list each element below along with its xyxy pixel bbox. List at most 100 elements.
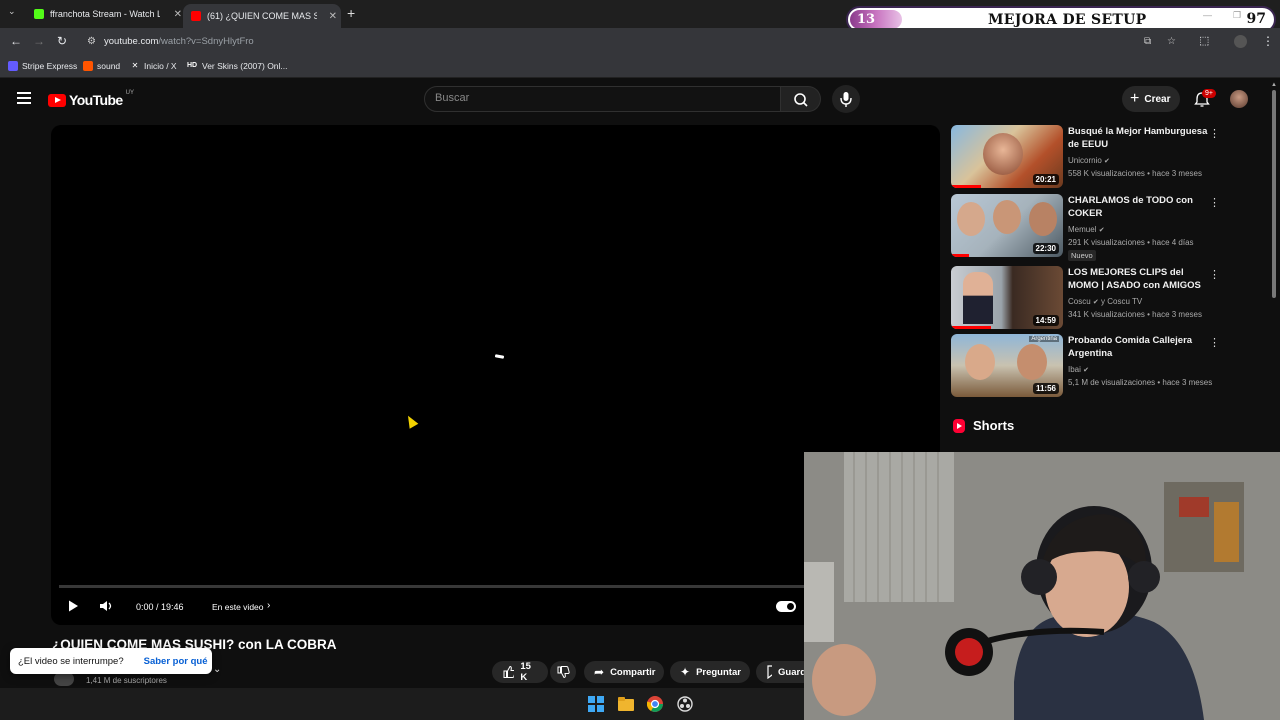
autoplay-toggle[interactable] bbox=[776, 601, 796, 612]
address-bar[interactable]: ⚙ youtube.com/watch?v=SdnyHlytFro ⧉ ☆ bbox=[82, 31, 1280, 53]
bookmark-sound[interactable]: sound bbox=[83, 61, 120, 71]
back-arrow-icon[interactable]: ← bbox=[10, 34, 22, 48]
play-button-icon[interactable] bbox=[66, 599, 80, 613]
close-tab-icon[interactable]: ✕ bbox=[174, 9, 182, 20]
tab-list-chevron-icon[interactable]: ⌄ bbox=[8, 6, 16, 17]
share-button[interactable]: ➦ Compartir bbox=[584, 661, 664, 683]
more-actions-icon[interactable]: ⋮ bbox=[1209, 336, 1220, 349]
search-input[interactable] bbox=[435, 92, 755, 104]
channel-extra-label: y Coscu TV bbox=[1101, 297, 1143, 306]
youtube-wordmark: YouTube bbox=[69, 92, 123, 108]
youtube-logo[interactable]: YouTube UY bbox=[48, 90, 134, 108]
video-thumbnail[interactable]: Argentina 11:56 bbox=[951, 334, 1063, 397]
chevron-down-icon[interactable]: ⌄ bbox=[213, 664, 221, 675]
popup-question: ¿El video se interrumpe? bbox=[18, 655, 124, 667]
video-thumbnail[interactable]: 22:30 bbox=[951, 194, 1063, 257]
account-avatar[interactable] bbox=[1230, 90, 1248, 108]
channel-avatar[interactable] bbox=[54, 672, 74, 686]
channel-name[interactable]: Ibai ✔ bbox=[1068, 363, 1089, 377]
more-actions-icon[interactable]: ⋮ bbox=[1209, 196, 1220, 209]
file-explorer-icon[interactable] bbox=[618, 696, 634, 712]
tab-title: ffranchota Stream - Watch Live bbox=[50, 9, 160, 19]
thumbs-up-icon bbox=[503, 665, 515, 678]
recommendation-title[interactable]: CHARLAMOS de TODO con COKER bbox=[1068, 194, 1208, 220]
channel-name[interactable]: Memuel ✔ bbox=[1068, 223, 1105, 237]
minimize-icon[interactable]: — bbox=[1203, 10, 1212, 20]
windows-taskbar bbox=[0, 688, 804, 720]
video-progress-bar[interactable] bbox=[59, 585, 932, 588]
new-tab-icon[interactable]: + bbox=[347, 5, 355, 21]
recommendation-item[interactable]: 22:30 CHARLAMOS de TODO con COKER Memuel… bbox=[951, 194, 1271, 261]
voice-search-button[interactable] bbox=[832, 85, 860, 113]
extensions-icon[interactable]: ⬚ bbox=[1199, 34, 1209, 47]
windows-start-icon[interactable] bbox=[588, 696, 604, 712]
dislike-button[interactable] bbox=[550, 661, 576, 683]
bookmark-label: sound bbox=[97, 61, 121, 71]
site-info-icon[interactable]: ⚙ bbox=[87, 36, 96, 47]
more-actions-icon[interactable]: ⋮ bbox=[1209, 127, 1220, 140]
video-thumbnail[interactable]: 20:21 bbox=[951, 125, 1063, 188]
bookmark-label: Ver Skins (2007) Onl... bbox=[202, 61, 288, 71]
search-button[interactable] bbox=[781, 86, 821, 112]
learn-why-link[interactable]: Saber por qué bbox=[144, 656, 208, 667]
share-label: Compartir bbox=[610, 666, 656, 678]
profile-icon[interactable] bbox=[1234, 35, 1247, 48]
playback-issue-popup: ¿El video se interrumpe? Saber por qué bbox=[10, 648, 212, 674]
obs-icon[interactable] bbox=[677, 696, 693, 712]
recommendation-item[interactable]: 20:21 Busqué la Mejor Hamburguesa de EEU… bbox=[951, 125, 1271, 189]
tab-kick-stream[interactable]: ffranchota Stream - Watch Live ✕ bbox=[26, 4, 186, 24]
install-app-icon[interactable]: ⧉ bbox=[1144, 36, 1151, 47]
notifications-badge: 9+ bbox=[1202, 89, 1216, 98]
watch-progress-bar bbox=[951, 326, 991, 329]
bookmark-ver-skins[interactable]: HD Ver Skins (2007) Onl... bbox=[186, 61, 288, 71]
ask-button[interactable]: ✦ Preguntar bbox=[670, 661, 750, 683]
forward-arrow-icon[interactable]: → bbox=[33, 34, 45, 48]
recommendation-item[interactable]: 14:59 LOS MEJORES CLIPS del MOMO | ASADO… bbox=[951, 266, 1271, 330]
channel-name[interactable]: Unicornio ✔ bbox=[1068, 154, 1110, 168]
recommendation-title[interactable]: Probando Comida Callejera Argentina bbox=[1068, 334, 1208, 360]
chrome-icon[interactable] bbox=[647, 696, 663, 712]
bookmark-star-icon[interactable]: ☆ bbox=[1167, 36, 1176, 47]
video-duration: 22:30 bbox=[1032, 243, 1059, 254]
recommendation-item[interactable]: Argentina 11:56 Probando Comida Callejer… bbox=[951, 334, 1271, 398]
create-button[interactable]: + Crear bbox=[1122, 86, 1180, 112]
new-badge: Nuevo bbox=[1068, 250, 1096, 261]
close-tab-icon[interactable]: ✕ bbox=[329, 11, 337, 22]
page-scrollbar[interactable] bbox=[1272, 90, 1276, 298]
bookmark-label: Stripe Express bbox=[22, 61, 78, 71]
chapters-label[interactable]: En este video bbox=[212, 602, 264, 612]
video-meta: 291 K visualizaciones • hace 4 días bbox=[1068, 238, 1194, 247]
watch-progress-bar bbox=[951, 185, 981, 188]
ask-label: Preguntar bbox=[696, 666, 741, 678]
bookmarks-bar: Stripe Express sound ✕ Inicio / X HD Ver… bbox=[0, 56, 1280, 78]
like-button[interactable]: 15 K bbox=[492, 661, 548, 683]
recommendation-title[interactable]: Busqué la Mejor Hamburguesa de EEUU bbox=[1068, 125, 1208, 151]
thumbnail-person-image bbox=[993, 200, 1021, 234]
like-count: 15 K bbox=[520, 661, 531, 683]
tab-youtube-video[interactable]: (61) ¿QUIEN COME MAS SUSHI? ✕ bbox=[183, 4, 341, 28]
chevron-right-icon[interactable]: › bbox=[267, 600, 270, 611]
restore-icon[interactable]: ❐ bbox=[1233, 10, 1241, 21]
url-path: /watch?v=SdnyHlytFro bbox=[158, 36, 254, 47]
reload-icon[interactable]: ↻ bbox=[57, 34, 67, 48]
bookmark-stripe-express[interactable]: Stripe Express bbox=[8, 61, 77, 71]
menu-kebab-icon[interactable]: ⋮ bbox=[1262, 34, 1274, 48]
thumbnail-person-image bbox=[965, 344, 995, 380]
volume-icon[interactable] bbox=[98, 599, 114, 613]
channel-name[interactable]: Coscu ✔ y Coscu TV bbox=[1068, 295, 1142, 309]
hamburger-menu-icon[interactable] bbox=[17, 92, 31, 104]
subscriber-count: 1,41 M de suscriptores bbox=[86, 676, 167, 685]
more-actions-icon[interactable]: ⋮ bbox=[1209, 268, 1220, 281]
url-host: youtube.com bbox=[104, 36, 159, 47]
bookmark-x[interactable]: ✕ Inicio / X bbox=[130, 61, 177, 71]
bookmark-icon bbox=[767, 665, 773, 679]
video-thumbnail[interactable]: 14:59 bbox=[951, 266, 1063, 329]
scroll-up-arrow-icon[interactable]: ▲ bbox=[1271, 82, 1277, 88]
recommendation-title[interactable]: LOS MEJORES CLIPS del MOMO | ASADO con A… bbox=[1068, 266, 1208, 292]
thumbs-down-icon bbox=[557, 666, 570, 679]
mouse-cursor-icon bbox=[403, 413, 419, 429]
verified-check-icon: ✔ bbox=[1092, 299, 1099, 306]
screen: ⌄ ffranchota Stream - Watch Live ✕ (61) … bbox=[0, 0, 1280, 720]
channel-label: Ibai bbox=[1068, 365, 1081, 374]
browser-toolbar: ← → ↻ ⚙ youtube.com/watch?v=SdnyHlytFro … bbox=[0, 28, 1280, 56]
